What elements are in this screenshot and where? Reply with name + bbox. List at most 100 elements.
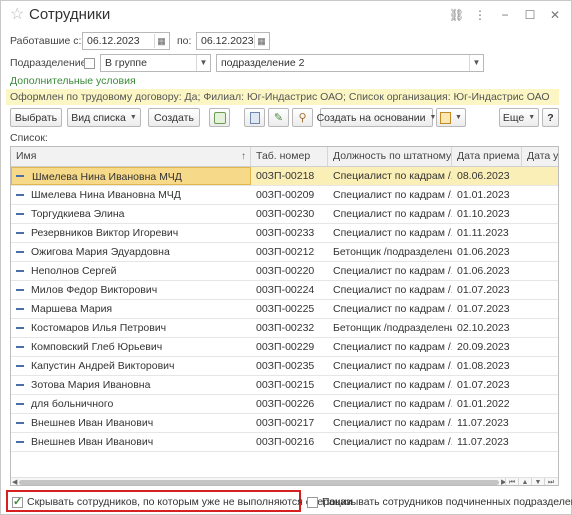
cell-tab-number[interactable]: 00ЗП-00216 bbox=[251, 433, 328, 451]
page-up-icon[interactable]: ▲ bbox=[518, 478, 531, 485]
table-row[interactable]: Маршева Мария 00ЗП-00225 Специалист по кад… bbox=[11, 300, 558, 319]
cell-position[interactable]: Специалист по кадрам /... bbox=[328, 395, 452, 413]
column-header-dismissal-date[interactable]: Дата увол bbox=[522, 147, 558, 166]
calendar-icon[interactable]: ▦ bbox=[154, 34, 168, 48]
date-from-field[interactable]: 06.12.2023 ▦ bbox=[82, 32, 170, 50]
cell-position[interactable]: Специалист по кадрам /... bbox=[328, 300, 452, 318]
column-header-tab-number[interactable]: Таб. номер bbox=[251, 147, 328, 166]
cell-tab-number[interactable]: 00ЗП-00220 bbox=[251, 262, 328, 280]
cell-position[interactable]: Специалист по кадрам /... bbox=[328, 433, 452, 451]
cell-tab-number[interactable]: 00ЗП-00218 bbox=[251, 167, 328, 185]
cell-hire-date[interactable]: 01.01.2023 bbox=[452, 186, 522, 204]
page-down-icon[interactable]: ▼ bbox=[531, 478, 544, 485]
cell-hire-date[interactable]: 01.06.2023 bbox=[452, 243, 522, 261]
table-row[interactable]: Ожигова Мария Эдуардовна 00ЗП-00212 Бетонщ… bbox=[11, 243, 558, 262]
cell-name[interactable]: Капустин Андрей Викторович bbox=[11, 357, 251, 375]
cell-tab-number[interactable]: 00ЗП-00224 bbox=[251, 281, 328, 299]
table-row[interactable]: Капустин Андрей Викторович 00ЗП-00235 Спец… bbox=[11, 357, 558, 376]
department-mode-select[interactable]: В группе ▼ bbox=[100, 54, 211, 72]
table-row[interactable]: Неполнов Сергей 00ЗП-00220 Специалист по к… bbox=[11, 262, 558, 281]
table-row[interactable]: Внешнев Иван Иванович 00ЗП-00216 Специалис… bbox=[11, 433, 558, 452]
cell-name[interactable]: Внешнев Иван Иванович bbox=[11, 414, 251, 432]
cell-hire-date[interactable]: 02.10.2023 bbox=[452, 319, 522, 337]
cell-position[interactable]: Специалист по кадрам /... bbox=[328, 224, 452, 242]
cell-hire-date[interactable]: 01.10.2023 bbox=[452, 205, 522, 223]
column-header-hire-date[interactable]: Дата приема bbox=[452, 147, 522, 166]
cell-tab-number[interactable]: 00ЗП-00235 bbox=[251, 357, 328, 375]
table-row[interactable]: Торгудкиева Элина 00ЗП-00230 Специалист по… bbox=[11, 205, 558, 224]
create-button[interactable]: Создать bbox=[148, 108, 200, 127]
cell-name[interactable]: Неполнов Сергей bbox=[11, 262, 251, 280]
last-page-icon[interactable]: ⏭ bbox=[544, 478, 557, 485]
cell-name[interactable]: для больничного bbox=[11, 395, 251, 413]
cell-name[interactable]: Ожигова Мария Эдуардовна bbox=[11, 243, 251, 261]
select-button[interactable]: Выбрать bbox=[10, 108, 62, 127]
chevron-down-icon[interactable]: ▼ bbox=[196, 55, 210, 71]
cell-hire-date[interactable]: 20.09.2023 bbox=[452, 338, 522, 356]
table-row[interactable]: Резервников Виктор Игоревич 00ЗП-00233 Спе… bbox=[11, 224, 558, 243]
cell-hire-date[interactable]: 11.07.2023 bbox=[452, 433, 522, 451]
cell-name[interactable]: Зотова Мария Ивановна bbox=[11, 376, 251, 394]
table-row[interactable]: Зотова Мария Ивановна 00ЗП-00215 Специалис… bbox=[11, 376, 558, 395]
cell-name[interactable]: Шмелева Нина Ивановна МЧД bbox=[11, 167, 251, 185]
cell-name[interactable]: Милов Федор Викторович bbox=[11, 281, 251, 299]
cell-position[interactable]: Специалист по кадрам /... bbox=[328, 262, 452, 280]
related-button[interactable]: ⚲ bbox=[292, 108, 313, 127]
scrollbar-thumb[interactable] bbox=[19, 480, 499, 485]
cell-name[interactable]: Костомаров Илья Петрович bbox=[11, 319, 251, 337]
first-page-icon[interactable]: ⏮ bbox=[505, 478, 518, 485]
more-menu-icon[interactable]: ⋮ bbox=[474, 8, 486, 22]
cell-position[interactable]: Специалист по кадрам /... bbox=[328, 167, 452, 185]
cell-hire-date[interactable]: 01.08.2023 bbox=[452, 357, 522, 375]
cell-position[interactable]: Бетонщик /подразделени... bbox=[328, 319, 452, 337]
calendar-icon[interactable]: ▦ bbox=[254, 34, 268, 48]
more-button[interactable]: Еще ▼ bbox=[499, 108, 539, 127]
cell-tab-number[interactable]: 00ЗП-00212 bbox=[251, 243, 328, 261]
cell-position[interactable]: Специалист по кадрам /... bbox=[328, 414, 452, 432]
cell-position[interactable]: Специалист по кадрам /... bbox=[328, 357, 452, 375]
cell-hire-date[interactable]: 01.07.2023 bbox=[452, 300, 522, 318]
hide-inactive-checkbox[interactable] bbox=[12, 495, 23, 508]
cell-hire-date[interactable]: 11.07.2023 bbox=[452, 414, 522, 432]
list-view-button[interactable]: Вид списка ▼ bbox=[67, 108, 141, 127]
table-row[interactable]: Шмелева Нина Ивановна МЧД 00ЗП-00209 Специ… bbox=[11, 186, 558, 205]
document-button[interactable] bbox=[244, 108, 265, 127]
cell-hire-date[interactable]: 01.06.2023 bbox=[452, 262, 522, 280]
cell-name[interactable]: Резервников Виктор Игоревич bbox=[11, 224, 251, 242]
cell-hire-date[interactable]: 01.01.2022 bbox=[452, 395, 522, 413]
chevron-down-icon[interactable]: ▼ bbox=[469, 55, 483, 71]
show-subordinate-checkbox[interactable] bbox=[307, 496, 318, 508]
cell-position[interactable]: Специалист по кадрам /... bbox=[328, 281, 452, 299]
cell-tab-number[interactable]: 00ЗП-00233 bbox=[251, 224, 328, 242]
date-to-field[interactable]: 06.12.2023 ▦ bbox=[196, 32, 270, 50]
additional-conditions-title[interactable]: Дополнительные условия bbox=[10, 75, 136, 87]
favorite-star-icon[interactable]: ☆ bbox=[10, 6, 24, 24]
link-icon[interactable]: ⛓ bbox=[449, 8, 464, 22]
cell-tab-number[interactable]: 00ЗП-00226 bbox=[251, 395, 328, 413]
cell-name[interactable]: Шмелева Нина Ивановна МЧД bbox=[11, 186, 251, 204]
column-header-name[interactable]: Имя ↑ bbox=[11, 147, 251, 166]
create-copy-button[interactable] bbox=[209, 108, 230, 127]
minimize-icon[interactable]: − bbox=[499, 8, 511, 22]
cell-tab-number[interactable]: 00ЗП-00217 bbox=[251, 414, 328, 432]
additional-conditions-bar[interactable]: Оформлен по трудовому договору: Да; Фили… bbox=[6, 89, 559, 105]
table-row[interactable]: Внешнев Иван Иванович 00ЗП-00217 Специалис… bbox=[11, 414, 558, 433]
cell-tab-number[interactable]: 00ЗП-00225 bbox=[251, 300, 328, 318]
table-row[interactable]: Милов Федор Викторович 00ЗП-00224 Специали… bbox=[11, 281, 558, 300]
horizontal-scrollbar[interactable]: ◀ ▶ ⏮ ▲ ▼ ⏭ bbox=[11, 477, 558, 485]
edit-button[interactable]: ✎ bbox=[268, 108, 289, 127]
maximize-icon[interactable]: ☐ bbox=[524, 8, 536, 22]
create-based-on-button[interactable]: Создать на основании ▼ bbox=[317, 108, 436, 127]
cell-name[interactable]: Внешнев Иван Иванович bbox=[11, 433, 251, 451]
department-select[interactable]: подразделение 2 ▼ bbox=[216, 54, 484, 72]
cell-position[interactable]: Специалист по кадрам /... bbox=[328, 186, 452, 204]
cell-tab-number[interactable]: 00ЗП-00209 bbox=[251, 186, 328, 204]
table-row[interactable]: Шмелева Нина Ивановна МЧД 00ЗП-00218 Специ… bbox=[11, 167, 558, 186]
table-row[interactable]: Костомаров Илья Петрович 00ЗП-00232 Бетонщ… bbox=[11, 319, 558, 338]
cell-tab-number[interactable]: 00ЗП-00232 bbox=[251, 319, 328, 337]
cell-hire-date[interactable]: 01.07.2023 bbox=[452, 281, 522, 299]
cell-tab-number[interactable]: 00ЗП-00229 bbox=[251, 338, 328, 356]
cell-position[interactable]: Специалист по кадрам /... bbox=[328, 338, 452, 356]
cell-name[interactable]: Комповский Глеб Юрьевич bbox=[11, 338, 251, 356]
column-header-position[interactable]: Должность по штатному ... bbox=[328, 147, 452, 166]
